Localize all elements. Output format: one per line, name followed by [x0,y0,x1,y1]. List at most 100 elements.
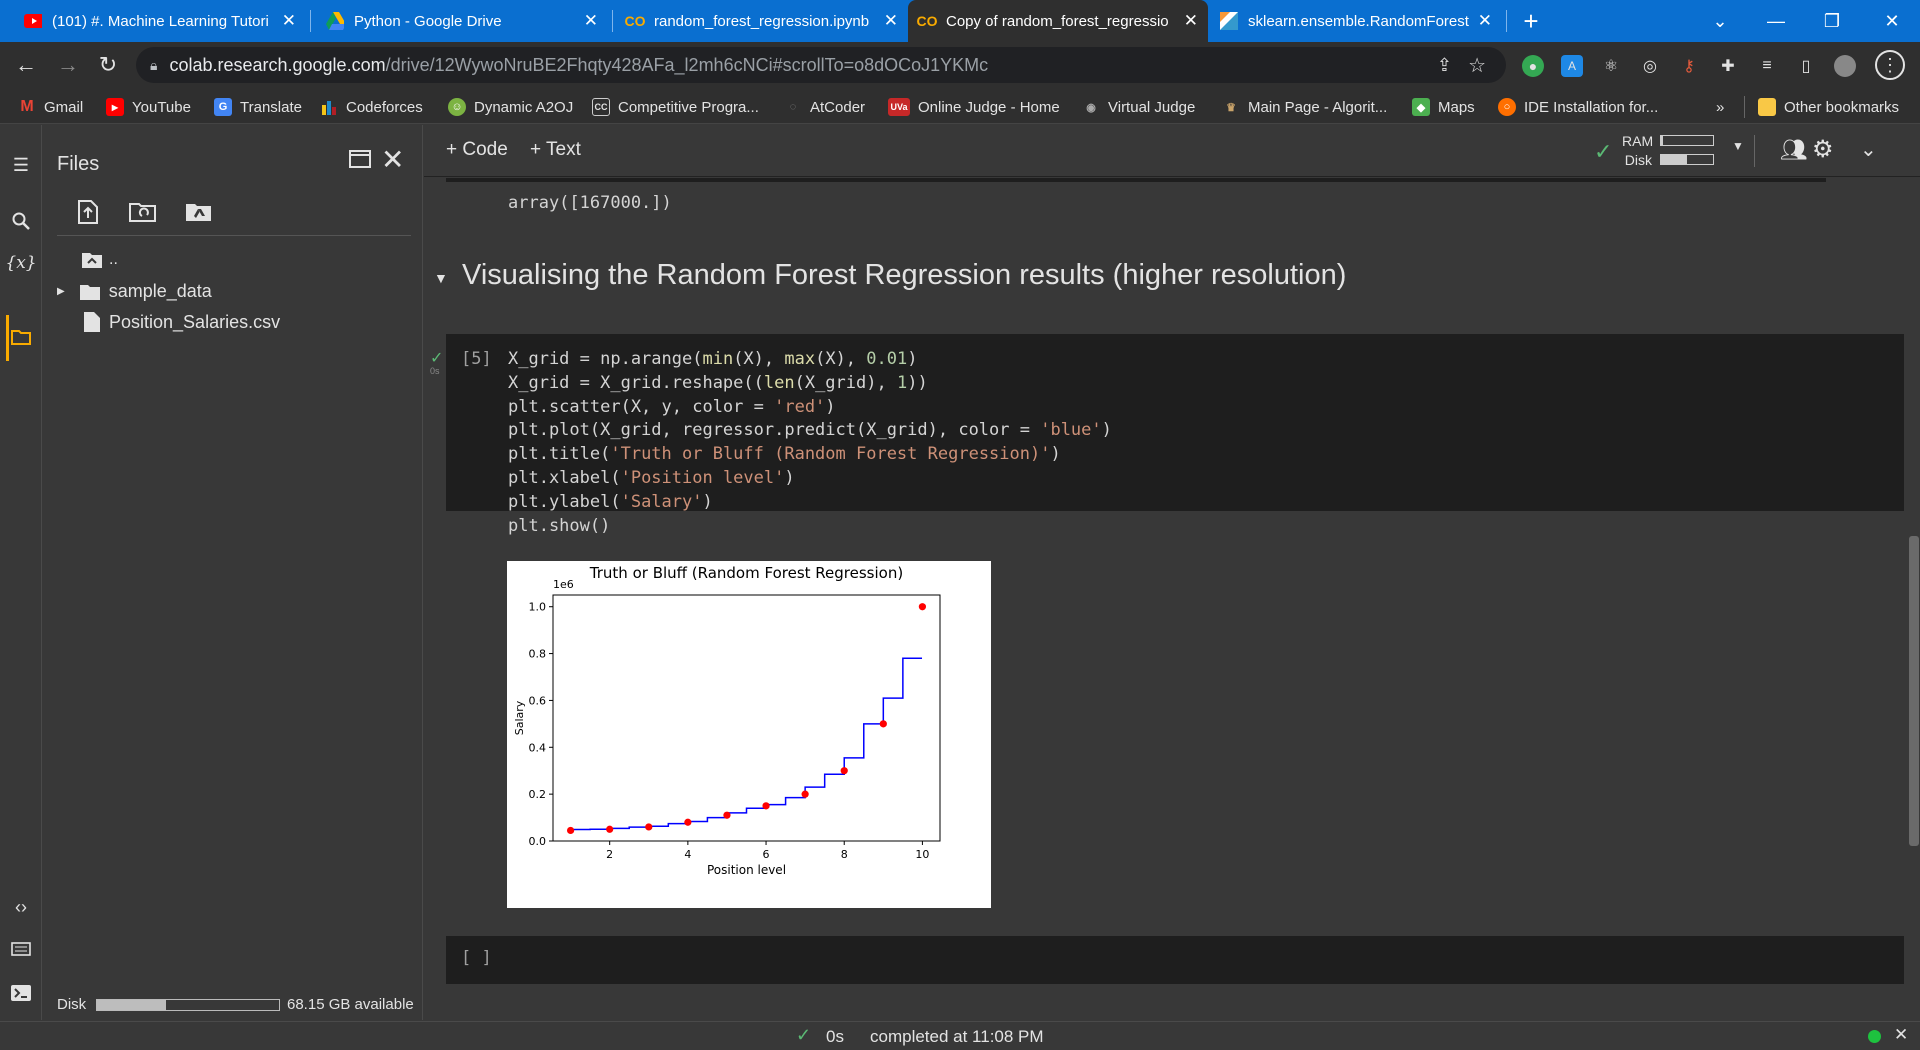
x-axis-label: Position level [707,863,786,877]
share-icon[interactable]: ⇪ [1437,55,1452,76]
close-icon[interactable]: ✕ [282,11,296,31]
add-code-cell-button[interactable]: + Code [446,139,508,161]
settings-gear-icon[interactable]: ⚙ [1812,135,1834,164]
side-panel-icon[interactable]: ▯ [1795,55,1817,77]
bookmark-maps[interactable]: ◆ Maps [1412,96,1475,118]
tree-label: sample_data [108,281,212,301]
extension-green-icon[interactable]: ● [1522,55,1544,77]
tab-colab-original[interactable]: CO random_forest_regression.ipynb ✕ [616,0,908,42]
bookmark-codeforces[interactable]: Codeforces [320,96,423,118]
code-line-5: plt.title('Truth or Bluff (Random Forest… [508,444,1061,465]
disk-label: Disk [57,996,87,1013]
other-bookmarks[interactable]: Other bookmarks [1758,96,1899,118]
bookmark-translate[interactable]: G Translate [214,96,302,118]
tab-google-drive[interactable]: Python - Google Drive ✕ [316,0,608,42]
tree-file-position-salaries[interactable]: Position_Salaries.csv [83,311,280,333]
terminal-icon[interactable] [0,975,42,1011]
bookmark-online-judge[interactable]: UVa Online Judge - Home [888,96,1060,118]
runtime-dropdown-icon[interactable]: ▼ [1732,139,1744,153]
extension-translate-icon[interactable]: A [1561,55,1583,77]
bookmark-youtube[interactable]: ▶ YouTube [106,96,191,118]
tab-separator [310,10,311,32]
bookmark-algorithmist[interactable]: ♛ Main Page - Algorit... [1222,96,1387,118]
connection-status-dot [1868,1030,1881,1043]
scrollbar-thumb[interactable] [1909,536,1919,846]
bookmark-ide-installation[interactable]: ○ IDE Installation for... [1498,96,1658,118]
tab-colab-copy[interactable]: CO Copy of random_forest_regressio ✕ [908,0,1208,42]
close-panel-icon[interactable]: ✕ [381,143,404,176]
refresh-folder-icon[interactable] [129,201,157,228]
variables-icon[interactable]: {x} [0,245,42,281]
bookmark-competitive-programming[interactable]: CC Competitive Progra... [592,96,759,118]
share-people-icon[interactable]: 👥︎ [1780,137,1808,163]
plot-output-image: Truth or Bluff (Random Forest Regression… [507,561,991,908]
disk-meter[interactable] [1660,154,1714,165]
tab-search-chevron-icon[interactable]: ⌄ [1692,0,1748,42]
close-icon[interactable]: ✕ [1478,11,1492,31]
extension-target-icon[interactable]: ◎ [1639,55,1661,77]
upload-file-icon[interactable] [77,200,99,229]
caret-right-icon[interactable]: ▶ [57,286,65,297]
x-tick-label: 2 [606,848,613,861]
tab-title: (101) #. Machine Learning Tutori [52,12,269,30]
gmail-icon: M [20,98,34,115]
status-close-icon[interactable]: ✕ [1894,1025,1908,1045]
ram-meter[interactable] [1660,135,1714,146]
code-snippets-icon[interactable]: ‹› [0,889,42,925]
parent-directory[interactable]: .. [81,251,118,269]
disk-usage-fill [97,1000,167,1010]
back-arrow-icon[interactable]: ← [10,49,42,81]
close-icon[interactable]: ✕ [1184,11,1198,31]
bookmarks-overflow-chevron[interactable]: » [1716,96,1724,118]
extensions-puzzle-icon[interactable]: ✚ [1717,55,1739,77]
code-line-3: plt.scatter(X, y, color = 'red') [508,396,836,417]
window-close-icon[interactable]: ✕ [1864,0,1920,42]
bookmark-label: YouTube [132,98,191,116]
browser-menu-icon[interactable]: ⋮ [1875,50,1905,80]
bookmark-a2oj[interactable]: ☺ Dynamic A2OJ [448,96,573,118]
notebook-content: array([167000.]) ▼ Visualising the Rando… [424,178,1920,1020]
collapse-header-chevron-icon[interactable]: ⌄ [1860,137,1877,162]
add-text-cell-button[interactable]: + Text [530,139,581,161]
tab-youtube-ml[interactable]: (101) #. Machine Learning Tutori ✕ [14,0,306,42]
status-duration: 0s [826,1027,844,1046]
bookmark-star-icon[interactable]: ☆ [1468,53,1486,78]
restore-icon[interactable]: ❐ [1804,0,1860,42]
empty-code-cell[interactable] [446,936,1904,984]
bookmark-label: Maps [1438,98,1475,116]
address-bar[interactable]: 🔒︎ colab.research.google.com/drive/12Wyw… [136,47,1506,83]
extension-react-icon[interactable]: ⚛ [1600,55,1622,77]
bookmark-label: Competitive Progra... [618,98,759,116]
command-palette-icon[interactable] [0,931,42,967]
reload-icon[interactable]: ↻ [92,49,124,81]
google-drive-icon [326,12,344,30]
browser-toolbar: ← → ↻ 🔒︎ colab.research.google.com/drive… [0,42,1920,88]
data-point [879,720,887,728]
y-tick-label: 0.4 [529,741,547,754]
bookmark-label: Online Judge - Home [918,98,1060,116]
bookmark-virtual-judge[interactable]: ◉ Virtual Judge [1082,96,1195,118]
empty-cell-run-indicator[interactable]: [ ] [461,947,492,971]
status-completed-text[interactable]: completed at 11:08 PM [870,1027,1044,1047]
minimize-icon[interactable]: — [1748,0,1804,42]
close-icon[interactable]: ✕ [584,11,598,31]
table-of-contents-icon[interactable]: ☰ [0,147,42,183]
section-collapse-caret-icon[interactable]: ▼ [434,270,448,286]
cell-execution-count: [5] [461,349,492,369]
extension-key-icon[interactable]: ⚷ [1678,55,1700,77]
tree-folder-sample-data[interactable]: ▶ sample_data [57,281,212,302]
media-queue-icon[interactable]: ≡ [1756,55,1778,77]
new-tab-plus-icon[interactable]: + [1516,6,1546,36]
tab-sklearn[interactable]: sklearn.ensemble.RandomForestI ✕ [1210,0,1502,42]
bookmark-atcoder[interactable]: ◌ AtCoder [784,96,865,118]
folder-icon[interactable] [0,319,42,355]
scrollbar-track[interactable] [1906,178,1920,1020]
search-icon[interactable] [0,203,42,239]
forward-arrow-icon[interactable]: → [52,49,84,81]
open-in-tab-icon[interactable] [349,149,371,174]
close-icon[interactable]: ✕ [884,11,898,31]
profile-avatar[interactable] [1834,55,1856,77]
bookmark-gmail[interactable]: M Gmail [18,96,83,118]
mount-drive-icon[interactable] [185,201,213,228]
code-editor[interactable]: X_grid = np.arange(min(X), max(X), 0.01)… [508,348,1112,538]
